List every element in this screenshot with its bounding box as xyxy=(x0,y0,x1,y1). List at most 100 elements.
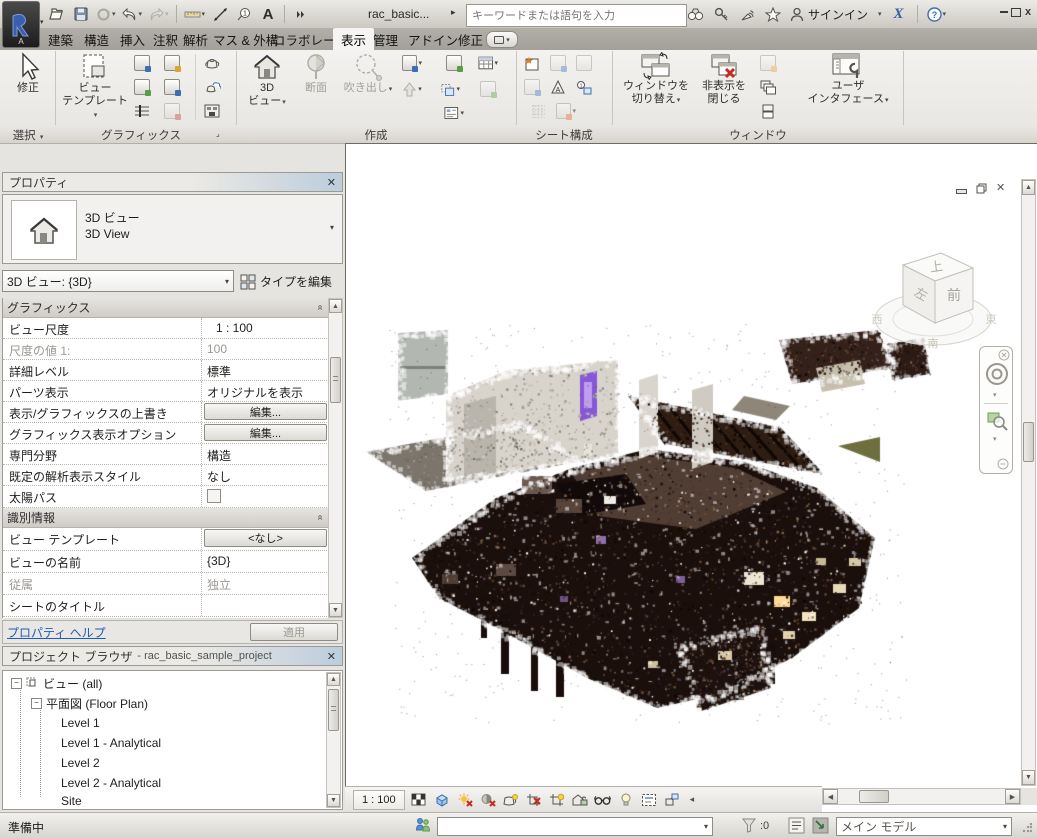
matchline-button[interactable]: ▾ xyxy=(556,102,576,120)
scroll-left-icon[interactable]: ◀ xyxy=(823,789,838,804)
viewport-vscroll-thumb[interactable] xyxy=(1023,422,1034,462)
measure-dropdown-arrow-icon[interactable]: ▾ xyxy=(202,10,206,18)
scope-box-button[interactable] xyxy=(478,80,498,98)
property-value[interactable]: {3D} xyxy=(201,551,329,572)
modify-button[interactable]: 修正 xyxy=(6,52,50,122)
sun-path-button[interactable] xyxy=(456,791,474,809)
minimize-button[interactable] xyxy=(998,5,1010,19)
sync-with-central-button[interactable]: ▾ xyxy=(94,3,118,25)
view-restore-button[interactable] xyxy=(976,183,987,197)
undo-button[interactable]: ▾ xyxy=(120,3,145,25)
viewport-hscroll-thumb[interactable] xyxy=(859,790,889,803)
scroll-down-icon[interactable]: ▼ xyxy=(329,603,342,617)
sign-in-button[interactable]: サインイン ▾ xyxy=(788,3,884,25)
zoom-dropdown-icon[interactable]: ▾ xyxy=(993,435,997,443)
point-cloud-3d-view[interactable] xyxy=(346,144,1021,786)
tab-architecture[interactable]: 建築 xyxy=(40,28,81,50)
favorites-button[interactable] xyxy=(762,3,784,25)
remove-hidden-lines-button[interactable] xyxy=(162,78,182,96)
render-button[interactable] xyxy=(202,54,222,72)
tag-by-category-button[interactable]: 1 xyxy=(233,3,255,25)
tree-item-level1-analytical[interactable]: Level 1 - Analytical xyxy=(61,734,161,752)
graphics-panel-label[interactable]: グラフィックス xyxy=(56,127,226,143)
new-sheet-button[interactable] xyxy=(522,54,542,72)
tile-windows-button[interactable] xyxy=(758,102,778,120)
scroll-down-icon[interactable]: ▼ xyxy=(1022,770,1035,785)
sign-in-dropdown-arrow-icon[interactable]: ▾ xyxy=(878,10,882,18)
edit-display-options-button[interactable]: 編集... xyxy=(204,424,327,441)
edit-overrides-button[interactable]: 編集... xyxy=(204,403,327,420)
tree-item-site[interactable]: Site xyxy=(61,792,82,810)
project-browser-header[interactable]: プロジェクト ブラウザ - rac_basic_sample_project ✕ xyxy=(2,646,343,666)
sync-dropdown-arrow-icon[interactable]: ▾ xyxy=(112,10,116,18)
tree-item-level2[interactable]: Level 2 xyxy=(61,754,100,772)
editable-only-button[interactable] xyxy=(788,817,805,837)
browser-scrollbar[interactable]: ▲ ▼ xyxy=(326,672,341,808)
duplicate-view-button[interactable]: ▾ xyxy=(440,80,460,98)
project-browser-close-icon[interactable]: ✕ xyxy=(327,650,336,663)
replicate-window-button[interactable] xyxy=(758,54,778,72)
undo-dropdown-arrow-icon[interactable]: ▾ xyxy=(139,10,143,18)
elevation-button[interactable]: ▾ xyxy=(402,80,422,98)
show-crop-region-button[interactable] xyxy=(548,791,566,809)
press-drag-button[interactable] xyxy=(812,817,829,837)
switch-windows-button[interactable]: ウィンドウを 切り替え▾ xyxy=(620,52,692,122)
property-value[interactable]: 1 : 100 xyxy=(201,318,329,338)
show-rendering-dialog-button[interactable] xyxy=(502,791,520,809)
render-in-cloud-button[interactable] xyxy=(202,78,222,96)
properties-scrollbar[interactable]: ▲ ▼ xyxy=(328,298,343,618)
wheel-dropdown-icon[interactable]: ▾ xyxy=(993,391,997,399)
plan-views-button[interactable]: ▾ xyxy=(402,54,422,72)
type-selector[interactable]: 3D ビュー 3D View ▾ xyxy=(2,194,343,264)
viewport-horizontal-scrollbar[interactable]: ◀ ▶ xyxy=(822,788,1021,805)
detail-level-button[interactable] xyxy=(410,791,428,809)
aligned-dimension-button[interactable] xyxy=(209,3,231,25)
view-template-button[interactable]: ビュー テンプレート▾ xyxy=(62,52,128,122)
view-close-button[interactable]: ✕ xyxy=(996,183,1005,197)
tab-modify[interactable]: 修正 xyxy=(450,28,491,50)
filters-button[interactable] xyxy=(162,54,182,72)
customize-qat-button[interactable] xyxy=(290,3,312,25)
redo-button[interactable]: ▾ xyxy=(146,3,171,25)
subscription-center-button[interactable] xyxy=(710,3,732,25)
user-interface-button[interactable]: ユーザ インタフェース▾ xyxy=(800,52,896,122)
collapse-icon[interactable]: − xyxy=(31,698,42,709)
view-template-value-button[interactable]: <なし> xyxy=(204,529,327,547)
scroll-up-icon[interactable]: ▲ xyxy=(1022,180,1035,195)
properties-help-link[interactable]: プロパティ ヘルプ xyxy=(7,624,106,641)
ribbon-display-toggle[interactable]: ▾ xyxy=(486,31,518,48)
close-hidden-windows-button[interactable]: 非表示を 閉じる xyxy=(696,52,752,122)
cascade-windows-button[interactable] xyxy=(758,78,778,96)
view-reference-button[interactable]: A xyxy=(548,78,568,96)
shadows-button[interactable] xyxy=(479,791,497,809)
property-value[interactable]: 構造 xyxy=(201,444,329,464)
visibility-graphics-button[interactable] xyxy=(132,54,152,72)
thin-lines-button[interactable] xyxy=(132,102,152,120)
exchange-apps-button[interactable]: X xyxy=(888,3,910,25)
section-identity[interactable]: 識別情報» xyxy=(3,508,329,528)
show-hidden-lines-button[interactable] xyxy=(132,78,152,96)
tab-structure[interactable]: 構造 xyxy=(76,28,117,50)
legends-button[interactable]: ▾ xyxy=(444,104,464,122)
scroll-up-icon[interactable]: ▲ xyxy=(329,299,342,313)
viewbar-collapse-icon[interactable]: ◂ xyxy=(690,794,695,805)
drafting-view-button[interactable] xyxy=(444,54,464,72)
collapse-icon[interactable]: − xyxy=(11,678,22,689)
crop-view-button[interactable] xyxy=(525,791,543,809)
close-button[interactable]: x xyxy=(1022,5,1034,19)
displaced-elements-button[interactable] xyxy=(663,791,681,809)
property-value[interactable] xyxy=(201,595,329,616)
scroll-down-icon[interactable]: ▼ xyxy=(327,794,340,807)
text-button[interactable]: A xyxy=(257,3,279,25)
resize-grip[interactable] xyxy=(1022,823,1032,833)
viewport-vertical-scrollbar[interactable]: ▲ ▼ xyxy=(1021,179,1036,786)
help-dropdown-arrow-icon[interactable]: ▾ xyxy=(943,10,947,18)
browser-scroll-thumb[interactable] xyxy=(328,689,339,731)
redo-dropdown-arrow-icon[interactable]: ▾ xyxy=(165,10,169,18)
navbar-close-icon[interactable] xyxy=(998,349,1010,361)
navigation-bar[interactable]: ▾ ▾ xyxy=(979,346,1013,474)
properties-close-icon[interactable]: ✕ xyxy=(327,176,336,189)
schedules-button[interactable]: ▾ xyxy=(478,54,498,72)
type-selector-dropdown-icon[interactable]: ▾ xyxy=(330,223,334,232)
open-button[interactable] xyxy=(46,3,68,25)
